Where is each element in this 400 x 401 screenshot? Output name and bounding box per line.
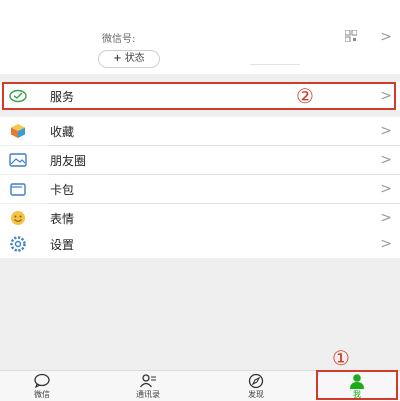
menu-item-settings[interactable]: 设置 > [0, 230, 400, 258]
status-button-label: 状态 [124, 53, 145, 64]
favorites-cube-icon [8, 121, 28, 141]
compass-icon [248, 373, 264, 389]
menu-item-label: 卡包 [50, 182, 75, 197]
divider [250, 64, 300, 65]
add-status-button[interactable]: + 状态 [98, 50, 160, 68]
moments-photo-icon [8, 150, 28, 170]
menu-item-favorites[interactable]: 收藏 > [0, 117, 400, 145]
tab-label: 发现 [248, 390, 264, 399]
chevron-right-icon: > [380, 152, 392, 168]
tab-label: 微信 [34, 390, 50, 399]
contacts-icon [139, 374, 156, 388]
profile-chevron-icon: > [380, 29, 392, 45]
menu-item-label: 设置 [50, 237, 75, 252]
tab-contacts[interactable]: 通讯录 [118, 373, 178, 401]
menu-item-stickers[interactable]: 表情 > [0, 204, 400, 232]
menu-item-label: 朋友圈 [50, 153, 87, 168]
chevron-right-icon: > [380, 210, 392, 226]
menu-item-cards[interactable]: 卡包 > [0, 175, 400, 203]
tab-chats[interactable]: 微信 [12, 373, 72, 401]
chevron-right-icon: > [380, 181, 392, 197]
chevron-right-icon: > [380, 123, 392, 139]
menu-item-moments[interactable]: 朋友圈 > [0, 146, 400, 174]
chevron-right-icon: > [380, 236, 392, 252]
settings-gear-icon [8, 234, 28, 254]
chat-bubble-icon [34, 373, 50, 389]
annotation-one: ① [332, 346, 350, 370]
plus-icon: + [113, 53, 122, 64]
qr-code-icon[interactable] [344, 29, 358, 44]
emoji-smile-icon [8, 208, 28, 228]
tab-label: 通讯录 [136, 390, 160, 399]
me-tab-highlight-box [316, 370, 398, 400]
service-highlight-box [2, 82, 396, 110]
card-wallet-icon [8, 179, 28, 199]
tab-discover[interactable]: 发现 [226, 373, 286, 401]
menu-item-label: 表情 [50, 211, 75, 226]
profile-header[interactable]: 微信号: > + 状态 [0, 0, 400, 74]
menu-item-label: 收藏 [50, 124, 75, 139]
wechat-id-label: 微信号: [102, 34, 136, 45]
annotation-two: ② [296, 84, 314, 108]
